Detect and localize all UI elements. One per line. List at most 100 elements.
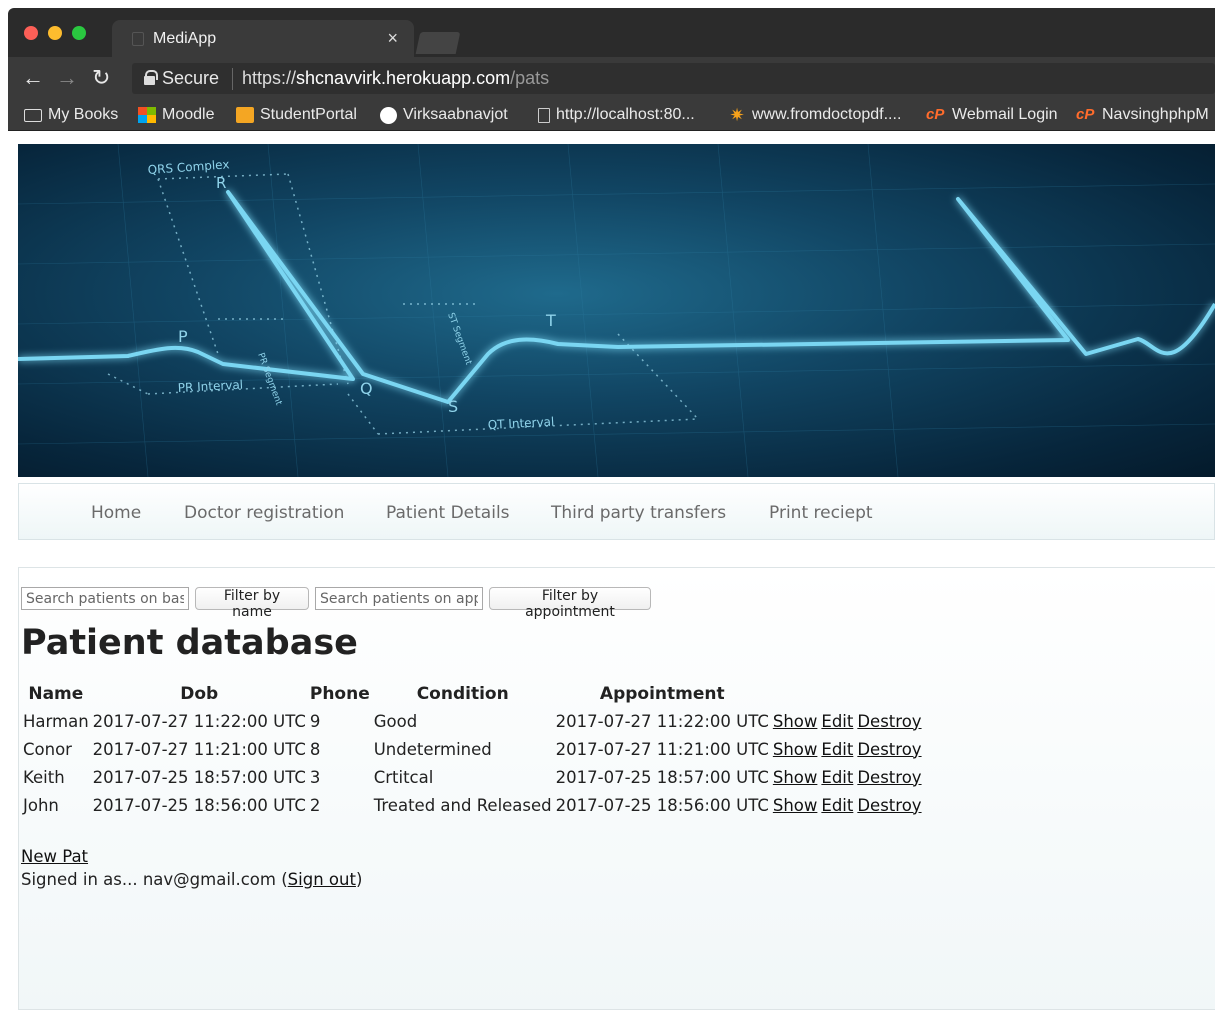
show-link[interactable]: Show <box>773 796 818 815</box>
reload-icon[interactable]: ↻ <box>92 66 110 90</box>
col-header-appointment: Appointment <box>599 684 725 704</box>
col-header-action <box>771 681 820 707</box>
cell-dob: 2017-07-25 18:56:00 UTC <box>92 795 306 815</box>
cell-phone: 9 <box>309 711 321 731</box>
show-link[interactable]: Show <box>773 768 818 787</box>
cell-phone: 3 <box>309 767 321 787</box>
cell-condition: Crtitcal <box>373 767 434 787</box>
new-pat-link[interactable]: New Pat <box>21 847 88 866</box>
bookmark-virksaabnavjot[interactable]: Virksaabnavjot <box>380 106 508 124</box>
cell-name: Conor <box>23 739 72 759</box>
search-appointment-input[interactable] <box>315 587 483 610</box>
label-pr-interval: PR Interval <box>177 378 243 395</box>
browser-tab[interactable]: MediApp × <box>112 20 414 57</box>
lock-icon <box>144 70 158 85</box>
filter-by-name-button[interactable]: Filter by name <box>195 587 309 620</box>
bookmark-my-books[interactable]: My Books <box>24 106 118 124</box>
cell-appointment: 2017-07-27 11:22:00 UTC <box>555 711 769 731</box>
ecg-wave <box>18 190 1215 404</box>
cell-appointment: 2017-07-27 11:21:00 UTC <box>555 739 769 759</box>
label-p: P <box>178 327 188 346</box>
bookmark-label: StudentPortal <box>260 106 357 123</box>
url-text: https://shcnavvirk.herokuapp.com/pats <box>242 68 549 89</box>
cell-name: Keith <box>23 767 65 787</box>
bookmark-label: NavsinghphpM <box>1102 106 1209 123</box>
col-header-action <box>855 681 923 707</box>
show-link[interactable]: Show <box>773 712 818 731</box>
url-host: shcnavvirk.herokuapp.com <box>296 68 511 88</box>
close-window-button[interactable] <box>24 26 38 40</box>
cell-name: John <box>23 795 59 815</box>
bookmark-fromdoctopdf[interactable]: ✷ www.fromdoctopdf.... <box>728 106 901 124</box>
page-favicon-icon <box>132 32 144 46</box>
table-row: Conor 2017-07-27 11:21:00 UTC 8 Undeterm… <box>21 735 924 763</box>
show-link[interactable]: Show <box>773 740 818 759</box>
cell-name: Harman <box>23 711 89 731</box>
browser-toolbar: ← → ↻ Secure https://shcnavvirk.herokuap… <box>8 57 1215 100</box>
cell-dob: 2017-07-27 11:21:00 UTC <box>92 739 306 759</box>
nav-third-party-transfers[interactable]: Third party transfers <box>551 503 726 523</box>
table-row: John 2017-07-25 18:56:00 UTC 2 Treated a… <box>21 791 924 819</box>
cpanel-icon: cP <box>1076 106 1095 123</box>
interval-markers <box>107 173 699 435</box>
banner-grid <box>18 144 1215 477</box>
edit-link[interactable]: Edit <box>821 768 853 787</box>
github-icon <box>380 106 397 124</box>
back-arrow-icon[interactable]: ← <box>22 66 44 90</box>
sign-out-link[interactable]: Sign out <box>288 870 356 889</box>
edit-link[interactable]: Edit <box>821 796 853 815</box>
bookmark-label: Webmail Login <box>952 106 1058 123</box>
table-row: Keith 2017-07-25 18:57:00 UTC 3 Crtitcal… <box>21 763 924 791</box>
edit-link[interactable]: Edit <box>821 740 853 759</box>
tab-close-icon[interactable]: × <box>387 28 398 49</box>
folder-icon <box>24 108 42 122</box>
label-r: R <box>216 174 226 192</box>
url-path: /pats <box>510 68 550 88</box>
table-row: Harman 2017-07-27 11:22:00 UTC 9 Good 20… <box>21 707 924 735</box>
destroy-link[interactable]: Destroy <box>857 740 921 759</box>
url-scheme: https:// <box>242 68 297 88</box>
nav-patient-details[interactable]: Patient Details <box>386 503 510 523</box>
bookmark-studentportal[interactable]: StudentPortal <box>236 106 357 124</box>
cell-appointment: 2017-07-25 18:57:00 UTC <box>555 767 769 787</box>
nav-home[interactable]: Home <box>91 503 141 523</box>
label-t: T <box>545 311 556 330</box>
col-header-dob: Dob <box>180 684 219 704</box>
tab-title: MediApp <box>153 30 217 47</box>
minimize-window-button[interactable] <box>48 26 62 40</box>
bookmark-label: Virksaabnavjot <box>403 106 508 123</box>
nav-doctor-registration[interactable]: Doctor registration <box>184 503 344 523</box>
cell-dob: 2017-07-27 11:22:00 UTC <box>92 711 306 731</box>
cell-condition: Undetermined <box>373 739 492 759</box>
address-separator <box>232 68 233 90</box>
bookmarks-bar: My Books Moodle StudentPortal Virksaabna… <box>8 100 1215 131</box>
destroy-link[interactable]: Destroy <box>857 768 921 787</box>
patients-table: Name Dob Phone Condition Appointment Har… <box>21 681 924 819</box>
secure-label: Secure <box>162 68 220 88</box>
address-bar[interactable]: Secure https://shcnavvirk.herokuapp.com/… <box>132 63 1215 94</box>
studentportal-icon <box>236 107 254 123</box>
bookmark-webmail-login[interactable]: cP Webmail Login <box>926 106 1058 124</box>
destroy-link[interactable]: Destroy <box>857 712 921 731</box>
filter-by-appointment-button[interactable]: Filter by appointment <box>489 587 651 620</box>
label-st-segment: ST Segment <box>445 312 473 367</box>
cell-phone: 8 <box>309 739 321 759</box>
bookmark-label: My Books <box>48 106 119 123</box>
destroy-link[interactable]: Destroy <box>857 796 921 815</box>
maximize-window-button[interactable] <box>72 26 86 40</box>
nav-print-reciept[interactable]: Print reciept <box>769 503 873 523</box>
edit-link[interactable]: Edit <box>821 712 853 731</box>
bookmark-navsinghphp[interactable]: cP NavsinghphpM <box>1076 106 1209 124</box>
col-header-name: Name <box>28 684 84 704</box>
search-name-input[interactable] <box>21 587 189 610</box>
table-header-row: Name Dob Phone Condition Appointment <box>21 681 924 707</box>
cell-appointment: 2017-07-25 18:56:00 UTC <box>555 795 769 815</box>
bookmark-localhost[interactable]: http://localhost:80... <box>538 106 695 124</box>
forward-arrow-icon[interactable]: → <box>56 66 78 90</box>
bookmark-label: Moodle <box>162 106 215 123</box>
signed-in-status: Signed in as... nav@gmail.com (Sign out) <box>21 870 362 889</box>
page-title: Patient database <box>21 623 358 663</box>
bookmark-moodle[interactable]: Moodle <box>138 106 214 124</box>
signed-in-suffix: ) <box>355 870 363 889</box>
new-tab-button[interactable] <box>415 32 461 54</box>
